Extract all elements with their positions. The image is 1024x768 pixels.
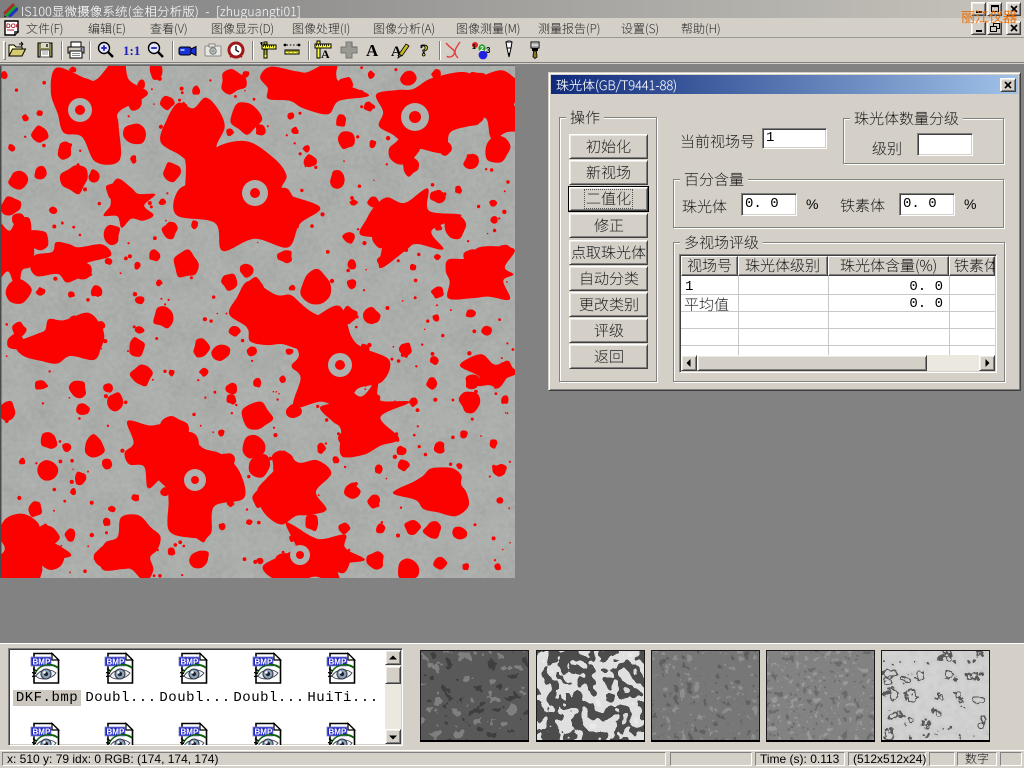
svg-text:?: ?	[420, 41, 429, 60]
svg-text:DOC: DOC	[6, 23, 19, 30]
svg-text:2: 2	[480, 46, 484, 53]
svg-text:3: 3	[486, 46, 490, 55]
svg-text:1:1: 1:1	[123, 43, 140, 58]
svg-text:1: 1	[472, 44, 476, 51]
svg-text:A: A	[321, 47, 330, 60]
svg-text:A: A	[366, 41, 379, 60]
